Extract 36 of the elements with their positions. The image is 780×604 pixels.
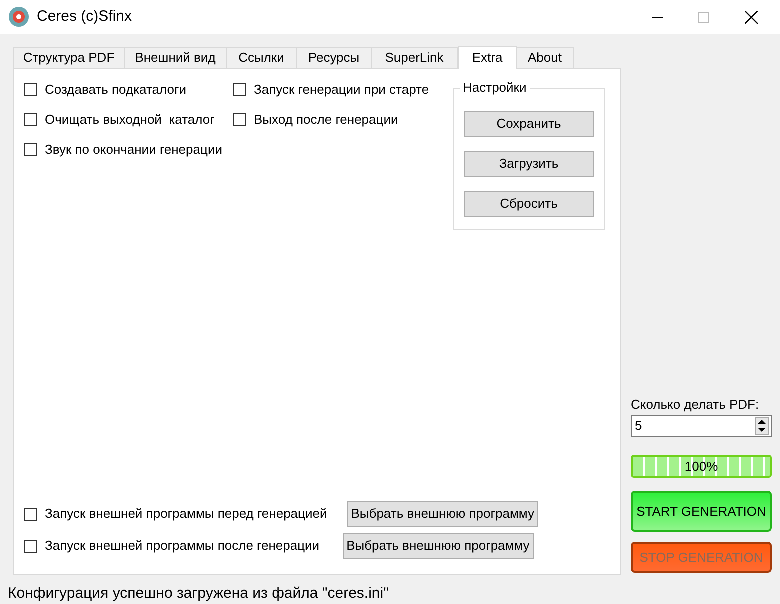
status-message: Конфигурация успешно загружена из файла "ceres.ini" — [8, 585, 389, 603]
count-value: 5 — [635, 417, 644, 436]
checkbox[interactable] — [233, 113, 246, 126]
checkbox-label: Запуск внешней программы после генерации — [45, 537, 320, 556]
checkbox-label: Выход после генерации — [254, 110, 398, 129]
tab[interactable]: Структура PDF — [13, 47, 125, 68]
checkbox[interactable] — [24, 113, 37, 126]
choose-program-button[interactable]: Выбрать внешнюю программу — [347, 501, 538, 527]
group-title: Настройки — [460, 81, 530, 95]
settings-button[interactable]: Загрузить — [464, 151, 594, 177]
generation-button[interactable]: START GENERATION — [631, 491, 772, 532]
count-label: Сколько делать PDF: — [631, 397, 760, 413]
app-logo-icon — [9, 7, 29, 27]
checkbox-label: Звук по окончании генерации — [45, 140, 222, 159]
checkbox-label: Запуск внешней программы перед генерацией — [45, 505, 328, 524]
settings-button[interactable]: Сохранить — [464, 111, 594, 137]
tab[interactable]: Extra — [458, 46, 517, 69]
choose-program-button[interactable]: Выбрать внешнюю программу — [342, 533, 534, 559]
checkbox[interactable] — [233, 83, 246, 96]
checkbox[interactable] — [24, 540, 37, 552]
count-spinbox[interactable]: 5 — [631, 415, 772, 437]
close-icon[interactable] — [745, 10, 758, 24]
checkbox-label: Запуск генерации при старте — [254, 80, 430, 99]
checkbox[interactable] — [24, 508, 37, 520]
progress-reading: 100% — [684, 458, 720, 476]
tab[interactable]: Ресурсы — [296, 47, 372, 68]
settings-button[interactable]: Сбросить — [464, 191, 594, 217]
spin-arrows-icon[interactable] — [755, 417, 769, 435]
tab[interactable]: SuperLink — [371, 47, 458, 68]
checkbox-label: Очищать выходной каталог — [45, 110, 215, 129]
checkbox[interactable] — [24, 83, 37, 96]
window-title: Ceres (c)Sfinx — [37, 6, 132, 27]
tab[interactable]: Внешний вид — [124, 47, 227, 68]
checkbox[interactable] — [24, 143, 37, 156]
tab[interactable]: About — [516, 47, 574, 68]
checkbox-label: Создавать подкаталоги — [45, 80, 186, 99]
